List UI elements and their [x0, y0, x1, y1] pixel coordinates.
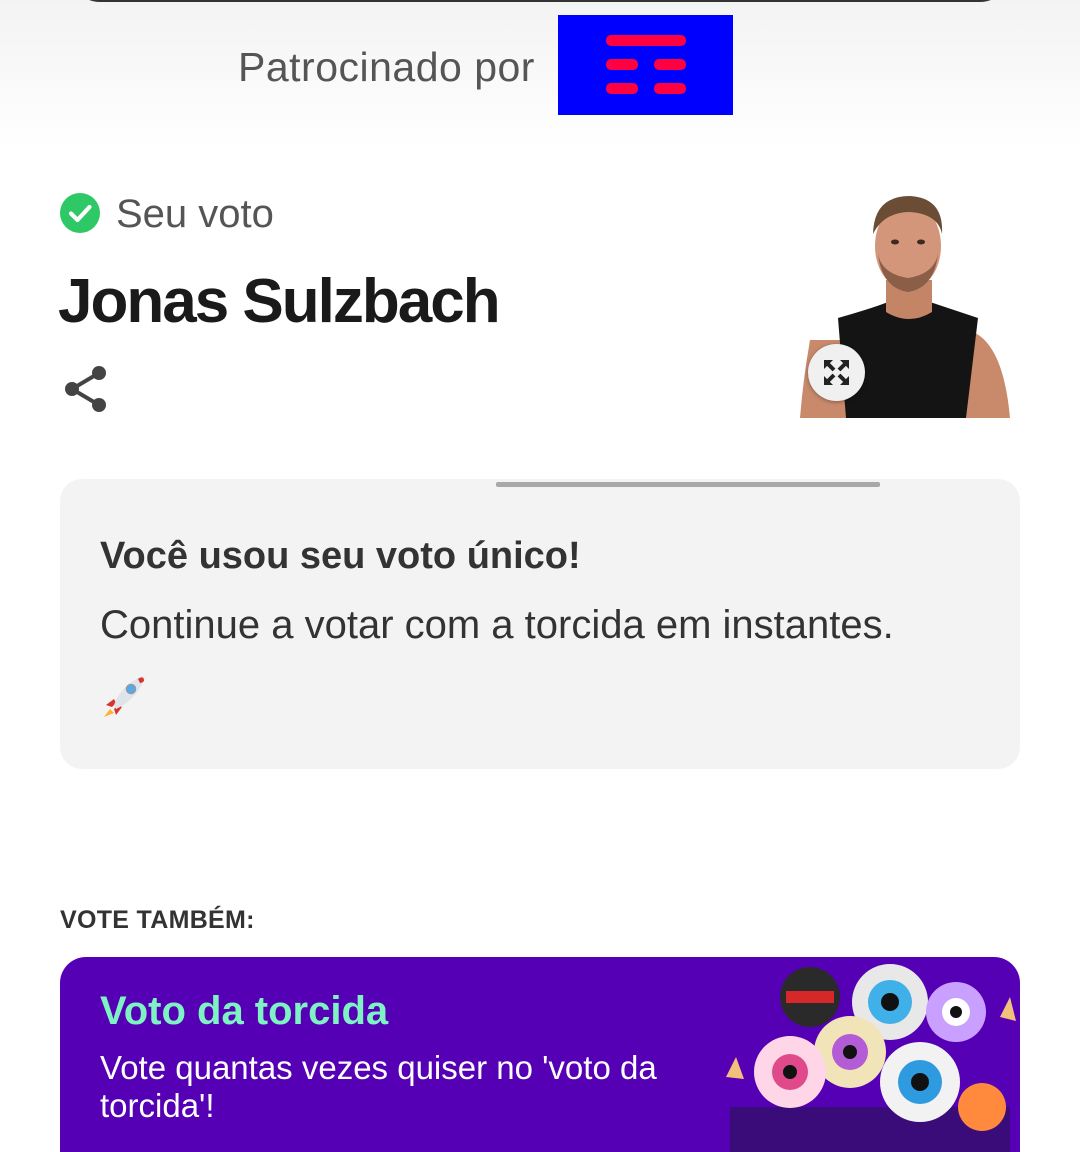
- rocket-icon: [104, 676, 145, 717]
- also-vote-heading: VOTE TAMBÉM:: [60, 906, 255, 934]
- sponsor-label: Patrocinado por: [238, 44, 535, 90]
- fan-vote-text: Vote quantas vezes quiser no 'voto da to…: [100, 1049, 657, 1124]
- top-container-edge: [70, 0, 1010, 2]
- vote-page: Patrocinado por Seu voto Jonas Sulzbach: [0, 0, 1080, 1152]
- notice-title: Você usou seu voto único!: [100, 535, 581, 577]
- fan-vote-card[interactable]: Voto da torcida Vote quantas vezes quise…: [60, 957, 1020, 1152]
- share-icon[interactable]: [62, 364, 110, 414]
- sponsor-banner: [0, 0, 1080, 150]
- tim-logo-icon[interactable]: [558, 15, 733, 115]
- vote-notice-card: Você usou seu voto único! Continue a vot…: [60, 479, 1020, 769]
- expand-photo-button[interactable]: [808, 344, 865, 401]
- notice-text: Continue a votar com a torcida em instan…: [100, 603, 894, 647]
- mascots-illustration: [726, 964, 1016, 1152]
- card-progress-indicator: [496, 482, 880, 487]
- candidate-name: Jonas Sulzbach: [58, 267, 501, 336]
- your-vote-label: Seu voto: [116, 192, 274, 236]
- expand-icon: [824, 360, 849, 385]
- check-circle-icon: [60, 193, 100, 233]
- fan-vote-title: Voto da torcida: [100, 989, 389, 1033]
